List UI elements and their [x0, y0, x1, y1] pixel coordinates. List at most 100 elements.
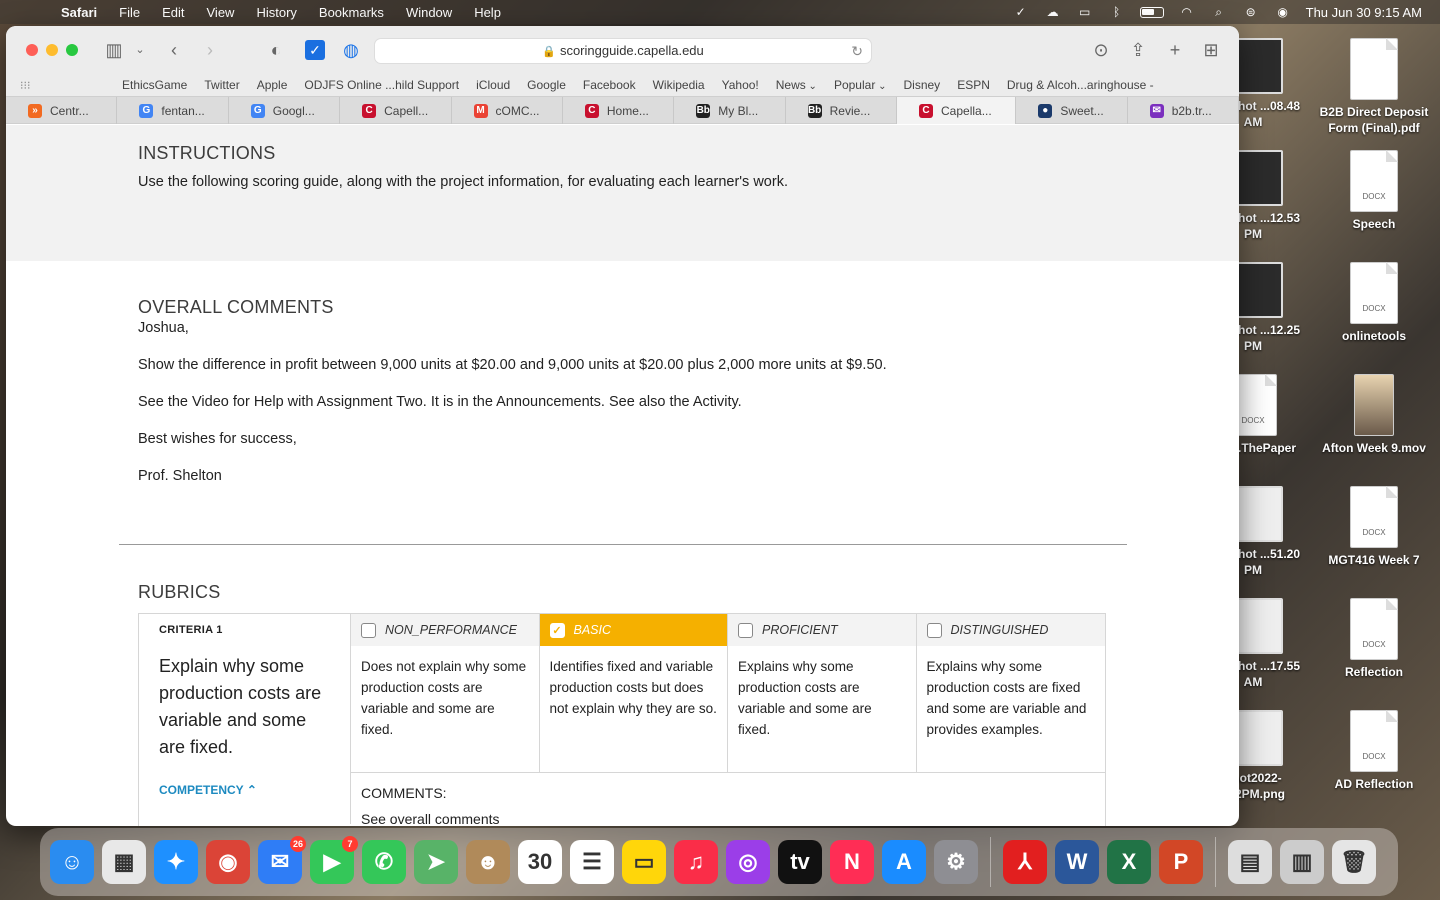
browser-tab[interactable]: Bb My Bl... — [674, 97, 786, 124]
launchpad-icon[interactable]: ▦ — [102, 840, 146, 884]
menu-clock[interactable]: Thu Jun 30 9:15 AM — [1306, 5, 1422, 20]
powerpoint-icon[interactable]: P — [1159, 840, 1203, 884]
favorite-link[interactable]: Facebook — [583, 78, 636, 92]
close-window-button[interactable] — [26, 44, 38, 56]
desktop-file-docx[interactable]: DOCX Speech — [1319, 150, 1429, 232]
bluetooth-icon[interactable]: ᛒ — [1108, 5, 1126, 19]
favorite-link[interactable]: EthicsGame — [122, 78, 187, 92]
favorite-link[interactable]: ESPN — [957, 78, 990, 92]
zoom-window-button[interactable] — [66, 44, 78, 56]
forward-icon[interactable]: › — [198, 38, 222, 62]
privacy-shield-icon[interactable]: ◐ — [264, 38, 288, 62]
favorite-link[interactable]: Twitter — [204, 78, 239, 92]
menu-history[interactable]: History — [245, 5, 307, 20]
favorite-link[interactable]: iCloud — [476, 78, 510, 92]
contacts-icon[interactable]: ☻ — [466, 840, 510, 884]
browser-tab[interactable]: C Capell... — [340, 97, 452, 124]
app-store-icon[interactable]: A — [882, 840, 926, 884]
level-checkbox[interactable] — [738, 622, 753, 638]
wifi-icon[interactable]: ◠ — [1178, 5, 1196, 19]
excel-icon[interactable]: X — [1107, 840, 1151, 884]
display-icon[interactable]: ▭ — [1076, 5, 1094, 19]
browser-tab[interactable]: Bb Revie... — [786, 97, 897, 124]
favorite-link[interactable]: ODJFS Online ...hild Support — [304, 78, 459, 92]
favorite-folder[interactable]: Popular — [834, 78, 887, 92]
favorite-link[interactable]: Google — [527, 78, 566, 92]
word-icon[interactable]: W — [1055, 840, 1099, 884]
downloads-icon[interactable]: ⊙ — [1089, 38, 1113, 62]
mail-icon[interactable]: ✉ 26 — [258, 836, 306, 884]
address-bar[interactable]: 🔒 scoringguide.capella.edu ↻ — [374, 38, 872, 64]
news-icon[interactable]: N — [830, 840, 874, 884]
tab-overview-icon[interactable]: ⊞ — [1199, 38, 1223, 62]
downloads-stack-icon[interactable]: ▥ — [1280, 840, 1324, 884]
browser-tab[interactable]: C Capella... — [897, 97, 1017, 124]
menu-window[interactable]: Window — [395, 5, 463, 20]
recent-document-icon[interactable]: ▤ — [1228, 840, 1272, 884]
level-checkbox-checked[interactable]: ✓ — [549, 622, 565, 638]
siri-icon[interactable]: ◉ — [1274, 5, 1292, 19]
favorite-link[interactable]: Apple — [257, 78, 288, 92]
grammarly-icon[interactable]: ✓ — [1012, 5, 1030, 19]
favorite-link[interactable]: Drug & Alcoh...aringhouse - — [1007, 78, 1154, 92]
browser-tab[interactable]: C Home... — [563, 97, 675, 124]
trash-icon[interactable]: 🗑 — [1332, 840, 1376, 884]
level-header[interactable]: NON_PERFORMANCE — [351, 614, 539, 646]
desktop-file-docx[interactable]: DOCX Reflection — [1319, 598, 1429, 680]
menu-edit[interactable]: Edit — [151, 5, 195, 20]
desktop-file-pdf[interactable]: B2B Direct Deposit Form (Final).pdf — [1319, 38, 1429, 136]
control-center-icon[interactable]: ⊜ — [1242, 5, 1260, 19]
level-header[interactable]: PROFICIENT — [728, 614, 916, 646]
minimize-window-button[interactable] — [46, 44, 58, 56]
desktop-file-movie[interactable]: Afton Week 9.mov — [1319, 374, 1429, 456]
menu-help[interactable]: Help — [463, 5, 512, 20]
desktop-file-docx[interactable]: DOCX AD Reflection — [1319, 710, 1429, 792]
level-checkbox[interactable] — [926, 622, 942, 638]
browser-tab[interactable]: McOMC... — [452, 97, 563, 124]
level-header[interactable]: DISTINGUISHED — [916, 614, 1105, 646]
battery-icon[interactable] — [1139, 6, 1164, 18]
desktop-file-docx[interactable]: DOCX MGT416 Week 7 — [1319, 486, 1429, 568]
calendar-icon[interactable]: 30 — [518, 840, 562, 884]
messages-icon[interactable]: ✆ — [362, 840, 406, 884]
reminders-icon[interactable]: ☰ — [570, 840, 614, 884]
notes-icon[interactable]: ▭ — [622, 840, 666, 884]
favorite-link[interactable]: Wikipedia — [653, 78, 705, 92]
menu-file[interactable]: File — [108, 5, 151, 20]
chevron-down-icon[interactable]: ⌄ — [128, 38, 152, 62]
favorites-grid-icon[interactable]: ⁝⁝⁝ — [20, 79, 34, 92]
menu-app-name[interactable]: Safari — [50, 5, 108, 20]
creative-cloud-icon[interactable]: ☁ — [1044, 5, 1062, 19]
checklist-extension-icon[interactable]: ✓ — [305, 40, 325, 60]
favorite-folder[interactable]: News — [776, 78, 817, 92]
password-extension-icon[interactable]: ◍ — [339, 38, 363, 62]
maps-icon[interactable]: ➤ — [414, 840, 458, 884]
competency-toggle[interactable]: COMPETENCY ⌃ — [159, 783, 350, 797]
new-tab-icon[interactable]: + — [1163, 38, 1187, 62]
tv-icon[interactable]: tv — [778, 840, 822, 884]
system-preferences-icon[interactable]: ⚙ — [934, 840, 978, 884]
facetime-icon[interactable]: ▶ 7 — [310, 836, 358, 884]
menu-bookmarks[interactable]: Bookmarks — [308, 5, 395, 20]
spotlight-search-icon[interactable]: ⌕ — [1210, 5, 1228, 19]
browser-tab[interactable]: » Centr... — [6, 97, 118, 124]
favorite-link[interactable]: Disney — [904, 78, 941, 92]
level-header-selected[interactable]: ✓ BASIC — [539, 614, 727, 646]
finder-icon[interactable]: ☺ — [50, 840, 94, 884]
favorite-link[interactable]: Yahoo! — [722, 78, 759, 92]
reload-icon[interactable]: ↻ — [851, 39, 863, 63]
podcasts-icon[interactable]: ◎ — [726, 840, 770, 884]
safari-icon[interactable]: ✦ — [154, 840, 198, 884]
acrobat-icon[interactable]: ⅄ — [1003, 840, 1047, 884]
back-icon[interactable]: ‹ — [162, 38, 186, 62]
level-checkbox[interactable] — [361, 622, 376, 638]
sidebar-toggle-icon[interactable]: ▥ — [102, 38, 126, 62]
share-icon[interactable]: ⇪ — [1126, 38, 1150, 62]
desktop-file-docx[interactable]: DOCX onlinetools — [1319, 262, 1429, 344]
music-icon[interactable]: ♫ — [674, 840, 718, 884]
browser-tab[interactable]: ✉ b2b.tr... — [1128, 97, 1239, 124]
chrome-icon[interactable]: ◉ — [206, 840, 250, 884]
browser-tab[interactable]: Gfentan... — [117, 97, 229, 124]
menu-view[interactable]: View — [196, 5, 246, 20]
browser-tab[interactable]: ● Sweet... — [1016, 97, 1128, 124]
